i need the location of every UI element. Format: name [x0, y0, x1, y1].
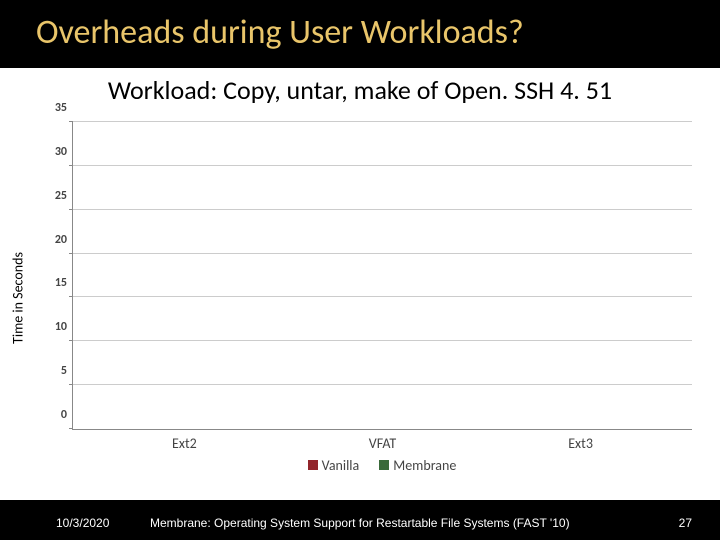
slide-subtitle: Workload: Copy, untar, make of Open. SSH… [0, 74, 720, 106]
footer-caption: Membrane: Operating System Support for R… [150, 516, 570, 530]
y-tick: 35 [55, 101, 73, 115]
gridline [73, 384, 692, 385]
legend-item-vanilla: Vanilla [308, 456, 360, 474]
gridline [73, 209, 692, 210]
y-tick: 20 [55, 233, 73, 247]
y-tick-mark [69, 384, 73, 385]
x-tick-label: Ext2 [172, 435, 197, 452]
slide: Overheads during User Workloads? Workloa… [0, 0, 720, 540]
y-tick: 10 [55, 320, 73, 334]
y-tick: 0 [61, 408, 73, 422]
y-tick: 30 [55, 145, 73, 159]
y-tick-mark [69, 428, 73, 429]
gridline [73, 253, 692, 254]
slide-title: Overheads during User Workloads? [0, 12, 720, 53]
gridline [73, 165, 692, 166]
y-tick: 15 [55, 276, 73, 290]
gridline [73, 121, 692, 122]
y-tick-mark [69, 121, 73, 122]
y-tick-mark [69, 253, 73, 254]
chart: Time in Seconds 0 5 10 15 20 25 [30, 122, 692, 474]
y-tick-mark [69, 296, 73, 297]
legend-swatch-membrane [379, 460, 389, 470]
y-tick-mark [69, 165, 73, 166]
x-tick-label: VFAT [369, 435, 396, 452]
legend-label: Membrane [393, 457, 456, 474]
footer: 10/3/2020 Membrane: Operating System Sup… [0, 510, 720, 530]
y-tick: 25 [55, 189, 73, 203]
plot-area: 0 5 10 15 20 25 30 [72, 122, 692, 430]
x-tick-label: Ext3 [568, 435, 593, 452]
y-tick-mark [69, 340, 73, 341]
gridline [73, 340, 692, 341]
footer-date: 10/3/2020 [56, 516, 109, 530]
legend-swatch-vanilla [308, 460, 318, 470]
footer-page: 27 [679, 516, 692, 530]
content-area: Workload: Copy, untar, make of Open. SSH… [0, 68, 720, 500]
legend-label: Vanilla [322, 457, 360, 474]
y-tick: 5 [61, 364, 73, 378]
legend-item-membrane: Membrane [379, 456, 456, 474]
y-tick-mark [69, 209, 73, 210]
y-axis-label: Time in Seconds [10, 252, 27, 344]
legend: Vanilla Membrane [72, 456, 692, 474]
gridline [73, 296, 692, 297]
